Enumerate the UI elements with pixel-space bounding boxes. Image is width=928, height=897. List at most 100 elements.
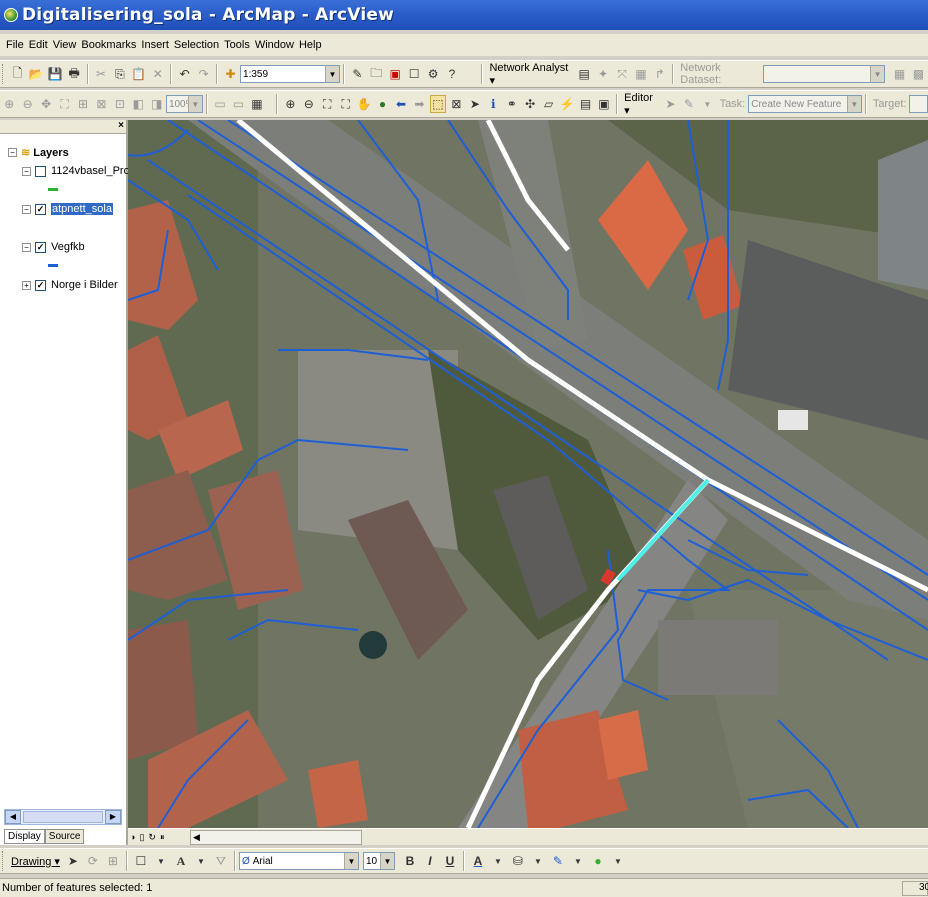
toc-layer-norge-i-bilder[interactable]: + ✓ Norge i Bilder (22, 279, 118, 291)
network-analyst-menu[interactable]: Network Analyst ▾ (489, 62, 571, 87)
font-color-icon[interactable]: A (469, 852, 487, 870)
fill-color-icon[interactable]: ⛁ (509, 852, 527, 870)
collapse-icon[interactable]: − (8, 148, 17, 157)
pause-drawing-icon[interactable]: ⏸ (160, 832, 165, 843)
chevron-down-icon[interactable]: ▼ (699, 95, 715, 113)
scroll-left-icon[interactable]: ◀ (5, 810, 21, 824)
pan-layout-icon[interactable]: ✥ (38, 95, 54, 113)
collapse-icon[interactable]: − (22, 242, 31, 252)
chevron-down-icon[interactable]: ▼ (870, 66, 885, 82)
marker-color-icon[interactable]: ● (589, 852, 607, 870)
underline-button[interactable]: U (441, 852, 459, 870)
pan-hand-icon[interactable]: ✋ (356, 95, 372, 113)
chevron-down-icon[interactable]: ▼ (152, 852, 170, 870)
chevron-down-icon[interactable]: ▼ (846, 96, 861, 112)
html-popup-icon[interactable]: ▤ (577, 95, 593, 113)
edit-vertices-icon[interactable]: ⛛ (212, 852, 230, 870)
redo-icon[interactable]: ↷ (195, 65, 212, 83)
editor-toolbar-icon[interactable]: ✎ (349, 65, 366, 83)
chevron-down-icon[interactable]: ▼ (379, 853, 394, 869)
menu-help[interactable]: Help (299, 39, 322, 51)
layer-visibility-checkbox[interactable]: ✓ (35, 241, 46, 253)
build-network-icon[interactable]: ▦ (891, 65, 908, 83)
refresh-icon[interactable]: ↻ (148, 832, 156, 843)
toolbar-grip[interactable] (2, 64, 5, 84)
task-combo[interactable]: Create New Feature ▼ (748, 95, 862, 113)
close-icon[interactable]: × (118, 120, 124, 131)
undo-icon[interactable]: ↶ (176, 65, 193, 83)
chevron-down-icon[interactable]: ▼ (343, 853, 358, 869)
zoom-whole-page-icon[interactable]: ⛶ (56, 95, 72, 113)
drawing-menu[interactable]: Drawing ▾ (11, 855, 60, 868)
network-dataset-combo[interactable]: ▼ (762, 65, 886, 83)
chevron-down-icon[interactable]: ▼ (489, 852, 507, 870)
chevron-down-icon[interactable]: ▼ (187, 96, 202, 112)
layer-visibility-checkbox[interactable] (35, 165, 46, 177)
toc-layer-1124vbasel[interactable]: − 1124vbasel_Proje (22, 165, 138, 177)
zoom-in-layout-icon[interactable]: ⊕ (1, 95, 17, 113)
network-analyst-window-icon[interactable]: ▤ (576, 65, 593, 83)
zoom-in-icon[interactable]: ⊕ (282, 95, 298, 113)
arc-toolbox-icon[interactable]: ▣ (387, 65, 404, 83)
create-network-location-icon[interactable]: ✦ (595, 65, 612, 83)
hyperlink-icon[interactable]: ⚡ (559, 95, 575, 113)
tab-source[interactable]: Source (44, 829, 85, 844)
chevron-down-icon[interactable]: ▼ (324, 66, 339, 82)
model-builder-icon[interactable]: ⚙ (425, 65, 442, 83)
font-name-combo[interactable]: Ø Arial ▼ (238, 852, 359, 870)
menu-insert[interactable]: Insert (141, 39, 169, 51)
scroll-thumb[interactable] (23, 811, 103, 823)
layout-view-icon[interactable]: ▯ (139, 832, 144, 843)
zoom-100-icon[interactable]: ⊞ (75, 95, 91, 113)
edit-tool-icon[interactable]: ➤ (662, 95, 678, 113)
new-document-icon[interactable]: 🗋 (9, 65, 26, 83)
tab-display[interactable]: Display (4, 829, 45, 844)
go-to-xy-icon[interactable]: ✣ (522, 95, 538, 113)
paste-icon[interactable]: 📋 (130, 65, 147, 83)
layer-visibility-checkbox[interactable]: ✓ (35, 203, 46, 215)
fixed-zoom-out-icon[interactable]: ⛶ (337, 95, 353, 113)
collapse-icon[interactable]: − (22, 166, 31, 176)
menu-tools[interactable]: Tools (224, 39, 250, 51)
select-move-location-icon[interactable]: ⤧ (614, 65, 631, 83)
menu-selection[interactable]: Selection (174, 39, 219, 51)
bold-button[interactable]: B (401, 852, 419, 870)
zoom-percent-combo[interactable]: 100% ▼ (165, 95, 203, 113)
rotate-icon[interactable]: ⟳ (84, 852, 102, 870)
toc-layer-vegfkb[interactable]: − ✓ Vegfkb (22, 241, 85, 253)
add-data-icon[interactable]: ✚ (222, 65, 239, 83)
open-folder-icon[interactable]: 📂 (28, 65, 45, 83)
editor-menu[interactable]: Editor ▾ (624, 92, 658, 117)
zoom-out-icon[interactable]: ⊖ (301, 95, 317, 113)
select-elements-arrow-icon[interactable]: ➤ (467, 95, 483, 113)
chevron-down-icon[interactable]: ▼ (192, 852, 210, 870)
menu-file[interactable]: File (6, 39, 24, 51)
print-icon[interactable]: 🖶 (66, 65, 83, 83)
save-icon[interactable]: 💾 (47, 65, 64, 83)
measure-icon[interactable]: ⏥ (540, 95, 556, 113)
collapse-icon[interactable]: − (22, 204, 31, 214)
map-scale-combo[interactable]: 1:359 ▼ (240, 65, 340, 83)
time-slider-icon[interactable]: ▣ (596, 95, 612, 113)
fixed-zoom-out-layout-icon[interactable]: ⊡ (112, 95, 128, 113)
map-horizontal-scrollbar[interactable]: ◀ (190, 830, 362, 845)
scroll-right-icon[interactable]: ▶ (105, 810, 121, 824)
sketch-tool-icon[interactable]: ✎ (681, 95, 697, 113)
fixed-zoom-in-layout-icon[interactable]: ⊠ (93, 95, 109, 113)
menu-bookmarks[interactable]: Bookmarks (81, 39, 136, 51)
menu-edit[interactable]: Edit (29, 39, 48, 51)
menu-view[interactable]: View (53, 39, 77, 51)
select-elements-icon[interactable]: ➤ (64, 852, 82, 870)
rectangle-icon[interactable]: ☐ (132, 852, 150, 870)
solve-icon[interactable]: ▦ (632, 65, 649, 83)
cut-icon[interactable]: ✂ (93, 65, 110, 83)
font-size-combo[interactable]: 10 ▼ (362, 852, 395, 870)
expand-icon[interactable]: + (22, 280, 31, 290)
full-extent-globe-icon[interactable]: ● (374, 95, 390, 113)
find-binoculars-icon[interactable]: ⚭ (504, 95, 520, 113)
back-extent-icon[interactable]: ⬅ (393, 95, 409, 113)
identify-icon[interactable]: ℹ (485, 95, 501, 113)
zoom-out-layout-icon[interactable]: ⊖ (19, 95, 35, 113)
layer-visibility-checkbox[interactable]: ✓ (35, 279, 46, 291)
scroll-left-icon[interactable]: ◀ (191, 832, 200, 842)
